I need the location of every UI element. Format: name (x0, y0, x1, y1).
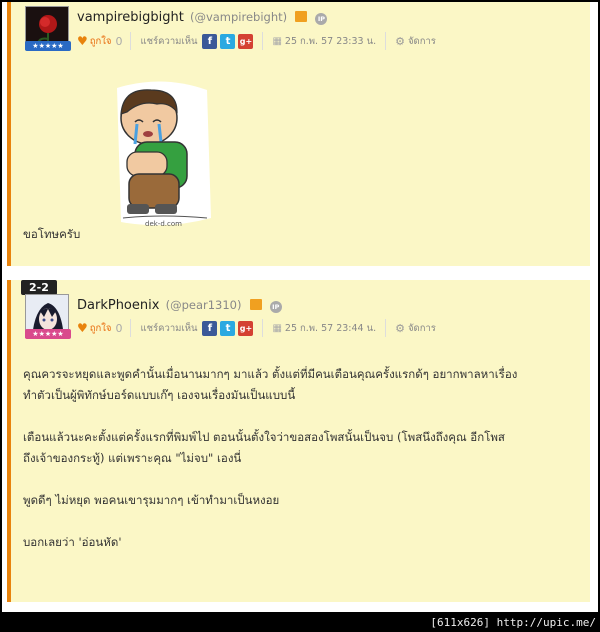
image-caption: dek-d.com (145, 220, 182, 228)
heart-icon[interactable]: ♥ (77, 34, 88, 48)
comment-card: 2-2 ★★★★★ DarkPhoenix (@pear1310) IP ♥ ถ… (7, 280, 590, 602)
share-label: แชร์ความเห็น (140, 322, 198, 334)
user-handle: (@pear1310) (165, 298, 242, 312)
divider (262, 32, 264, 50)
comment-meta: ♥ ถูกใจ 0 แชร์ความเห็น f t g+ ▦ 25 ก.พ. … (77, 318, 436, 338)
heart-icon[interactable]: ♥ (77, 321, 88, 335)
gear-icon[interactable]: ⚙ (395, 35, 405, 48)
google-plus-icon[interactable]: g+ (238, 320, 254, 336)
comment-paragraph: คุณควรจะหยุดและพูดคำนั้นเมื่อนานมากๆ มาแ… (23, 367, 518, 381)
comment-meta: ♥ ถูกใจ 0 แชร์ความเห็น f t g+ ▦ 25 ก.พ. … (77, 31, 436, 51)
like-button[interactable]: ถูกใจ (90, 34, 112, 49)
comment-card: ★★★★★ vampirebigbight (@vampirebight) IP… (7, 2, 590, 266)
stats-icon[interactable] (249, 299, 262, 310)
comment-thread: ★★★★★ vampirebigbight (@vampirebight) IP… (2, 2, 598, 612)
manage-button[interactable]: จัดการ (408, 321, 436, 336)
ip-icon[interactable]: IP (269, 301, 282, 313)
divider (130, 319, 132, 337)
divider (385, 319, 387, 337)
google-plus-icon[interactable]: g+ (238, 33, 254, 49)
like-count: 0 (115, 321, 123, 335)
twitter-icon[interactable]: t (220, 320, 236, 336)
manage-button[interactable]: จัดการ (408, 34, 436, 49)
divider (385, 32, 387, 50)
username[interactable]: DarkPhoenix (77, 298, 159, 313)
facebook-icon[interactable]: f (202, 33, 218, 49)
comment-paragraph: พูดดีๆ ไม่หยุด พอคนเขารุมมากๆ เข้าทำมาเป… (23, 493, 280, 507)
calendar-icon: ▦ (272, 322, 282, 334)
gear-icon[interactable]: ⚙ (395, 322, 405, 335)
twitter-icon[interactable]: t (220, 33, 236, 49)
like-count: 0 (115, 34, 123, 48)
username-line: vampirebigbight (@vampirebight) IP (77, 10, 328, 25)
username[interactable]: vampirebigbight (77, 10, 184, 25)
rank-stars: ★★★★★ (25, 41, 71, 51)
comment-body: ขอโทษครับ (23, 224, 80, 245)
like-button[interactable]: ถูกใจ (90, 321, 112, 336)
ip-icon[interactable]: IP (315, 13, 328, 25)
calendar-icon: ▦ (272, 35, 282, 47)
image-host-watermark: [611x626] http://upic.me/ (430, 616, 596, 629)
user-handle: (@vampirebight) (189, 10, 288, 24)
comment-paragraph: ถึงเจ้าของกระทู้) แต่เพราะคุณ "ไม่จบ" เอ… (23, 451, 242, 465)
divider (262, 319, 264, 337)
comment-paragraph: เตือนแล้วนะคะตั้งแต่ครั้งแรกที่พิมพ์ไป ต… (23, 430, 505, 444)
timestamp: 25 ก.พ. 57 23:44 น. (284, 322, 377, 334)
comment-paragraph: ขอโทษครับ (23, 227, 81, 241)
rank-stars: ★★★★★ (25, 329, 71, 339)
username-line: DarkPhoenix (@pear1310) IP (77, 298, 282, 313)
comment-body: คุณควรจะหยุดและพูดคำนั้นเมื่อนานมากๆ มาแ… (23, 364, 517, 553)
comment-paragraph: บอกเลยว่า 'อ่อนหัด' (23, 535, 122, 549)
sad-boy-image: dek-d.com (107, 78, 217, 234)
share-label: แชร์ความเห็น (140, 35, 198, 47)
comment-paragraph: ทำตัวเป็นผู้พิทักษ์บอร์ดแบบเก๊ๆ เองจนเรื… (23, 388, 296, 402)
comment-number[interactable]: 2-2 (21, 280, 57, 295)
divider (130, 32, 132, 50)
timestamp: 25 ก.พ. 57 23:33 น. (284, 35, 377, 47)
facebook-icon[interactable]: f (202, 320, 218, 336)
stats-icon[interactable] (295, 11, 308, 22)
